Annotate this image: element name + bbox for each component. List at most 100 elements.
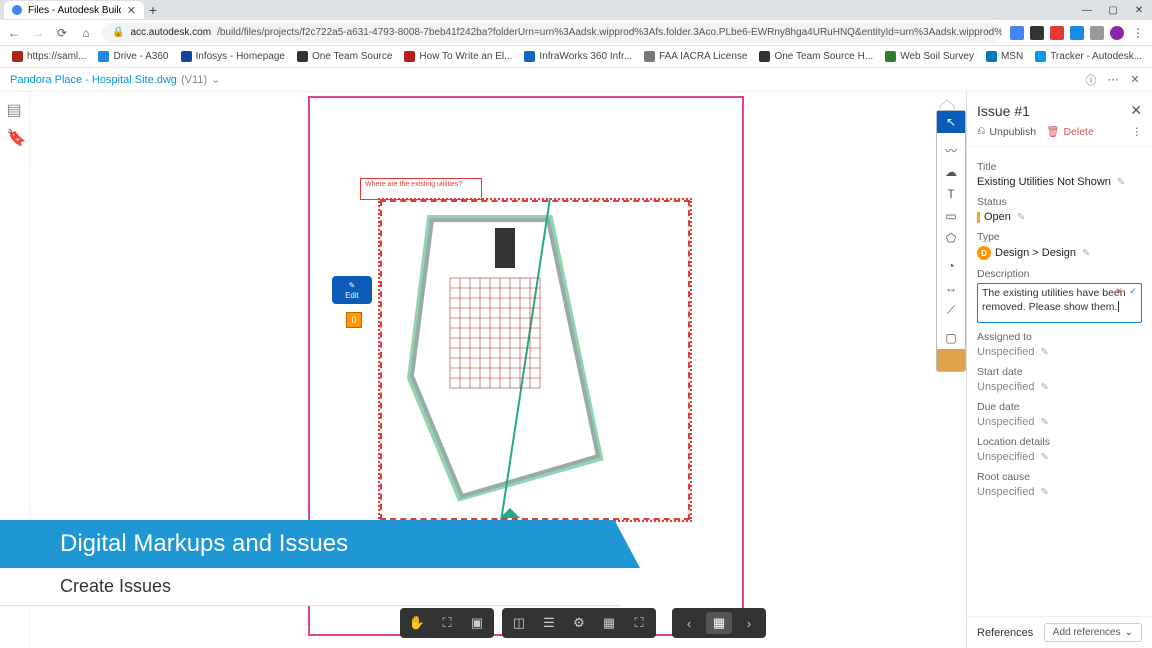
next-sheet-button[interactable]: › bbox=[736, 612, 762, 634]
bookmark-item[interactable]: How To Write an El... bbox=[400, 51, 516, 62]
text-tool[interactable]: T bbox=[937, 183, 965, 205]
confirm-edit-button[interactable]: ✓ bbox=[1127, 286, 1139, 298]
edit-icon[interactable]: ✎ bbox=[1082, 248, 1090, 259]
trash-icon: 🗑 bbox=[1046, 125, 1059, 138]
close-tab-icon[interactable]: ✕ bbox=[127, 4, 136, 17]
layers-button[interactable]: ☰ bbox=[536, 612, 562, 634]
assigned-value[interactable]: Unspecified✎ bbox=[977, 346, 1142, 358]
nav-reload-button[interactable]: ⟳ bbox=[54, 25, 70, 41]
bookmark-icon[interactable]: 🔖 bbox=[7, 128, 23, 144]
rectangle-tool[interactable]: ▭ bbox=[937, 205, 965, 227]
window-maximize-button[interactable]: ▢ bbox=[1100, 0, 1126, 20]
nav-forward-button[interactable]: → bbox=[30, 25, 46, 41]
freehand-tool[interactable]: 〰 bbox=[937, 139, 965, 161]
polyline-tool[interactable]: ⬠ bbox=[937, 227, 965, 249]
bookmark-item[interactable]: One Team Source H... bbox=[755, 51, 877, 62]
extension-icon[interactable] bbox=[1030, 26, 1044, 40]
issue-more-menu[interactable]: ⋮ bbox=[1132, 126, 1143, 138]
edit-icon[interactable]: ✎ bbox=[1040, 417, 1048, 428]
edit-icon[interactable]: ✎ bbox=[1040, 347, 1048, 358]
new-tab-button[interactable]: + bbox=[144, 1, 162, 19]
references-label: References bbox=[977, 627, 1033, 639]
bookmark-item[interactable]: MSN bbox=[982, 51, 1027, 62]
cancel-edit-button[interactable]: ✕ bbox=[1113, 286, 1125, 298]
due-date-label: Due date bbox=[977, 401, 1142, 413]
start-date-label: Start date bbox=[977, 366, 1142, 378]
issue-pin-tool[interactable]: ◔ bbox=[937, 255, 965, 277]
nav-back-button[interactable]: ← bbox=[6, 25, 22, 41]
url-input[interactable]: 🔒 acc.autodesk.com /build/files/projects… bbox=[102, 23, 1002, 43]
dimension-tool[interactable]: ⟋ bbox=[937, 299, 965, 321]
bookmark-item[interactable]: Web Soil Survey bbox=[881, 51, 978, 62]
autodesk-favicon bbox=[12, 5, 22, 15]
location-value[interactable]: Unspecified✎ bbox=[977, 451, 1142, 463]
zoom-fit-tool[interactable]: ▣ bbox=[464, 612, 490, 634]
issue-body[interactable]: Title Existing Utilities Not Shown✎ Stat… bbox=[967, 147, 1152, 616]
stroke-tool[interactable]: ▢ bbox=[937, 327, 965, 349]
bookmark-item[interactable]: InfraWorks 360 Infr... bbox=[520, 51, 636, 62]
settings-button[interactable]: ⚙ bbox=[566, 612, 592, 634]
grid-view-button[interactable]: ▦ bbox=[706, 612, 732, 634]
model-browser-button[interactable]: ◫ bbox=[506, 612, 532, 634]
bookmark-item[interactable]: Drive - A360 bbox=[94, 51, 172, 62]
unpublish-button[interactable]: ⎌ Unpublish bbox=[977, 125, 1036, 138]
pan-tool[interactable]: ✋ bbox=[404, 612, 430, 634]
new-indicator-icon[interactable] bbox=[1010, 26, 1024, 40]
browser-menu-button[interactable]: ⋮ bbox=[1130, 25, 1146, 41]
edit-markup-button[interactable]: ✎ Edit bbox=[332, 276, 372, 304]
start-date-value[interactable]: Unspecified✎ bbox=[977, 381, 1142, 393]
issue-title-header: Issue #1 bbox=[977, 103, 1124, 119]
add-references-button[interactable]: Add references ⌄ bbox=[1044, 623, 1142, 642]
close-viewer-button[interactable]: ✕ bbox=[1128, 73, 1142, 87]
markup-annotation[interactable]: Where are the existing utilities? bbox=[360, 178, 482, 200]
select-tool[interactable]: ↖ bbox=[937, 111, 965, 133]
window-minimize-button[interactable]: — bbox=[1074, 0, 1100, 20]
close-panel-button[interactable]: ✕ bbox=[1130, 102, 1142, 119]
zoom-window-tool[interactable]: ⛶ bbox=[434, 612, 460, 634]
breadcrumb-file[interactable]: Pandora Place - Hospital Site.dwg bbox=[10, 74, 177, 86]
info-icon[interactable]: ⓘ bbox=[1084, 73, 1098, 87]
sheets-icon[interactable]: ▤ bbox=[7, 100, 23, 116]
browser-tab[interactable]: Files - Autodesk Build ✕ bbox=[4, 1, 144, 19]
bookmark-item[interactable]: Tracker - Autodesk... bbox=[1031, 51, 1146, 62]
prev-sheet-button[interactable]: ‹ bbox=[676, 612, 702, 634]
edit-icon[interactable]: ✎ bbox=[1117, 177, 1125, 188]
root-cause-value[interactable]: Unspecified✎ bbox=[977, 486, 1142, 498]
nav-home-button[interactable]: ⌂ bbox=[78, 25, 94, 41]
title-value[interactable]: Existing Utilities Not Shown✎ bbox=[977, 176, 1142, 188]
edit-icon[interactable]: ✎ bbox=[1040, 382, 1048, 393]
more-icon[interactable]: ⋯ bbox=[1106, 73, 1120, 87]
view-toolbar-left: ✋ ⛶ ▣ bbox=[400, 608, 494, 638]
edit-icon[interactable]: ✎ bbox=[1017, 212, 1025, 223]
view-toolbar-right: ‹ ▦ › bbox=[672, 608, 766, 638]
window-close-button[interactable]: ✕ bbox=[1126, 0, 1152, 20]
profile-avatar[interactable] bbox=[1110, 26, 1124, 40]
extension-icon[interactable] bbox=[1070, 26, 1084, 40]
extension-icon[interactable] bbox=[1090, 26, 1104, 40]
cloud-tool[interactable]: ☁ bbox=[937, 161, 965, 183]
title-label: Title bbox=[977, 161, 1142, 173]
description-textarea[interactable]: The existing utilities have been removed… bbox=[977, 283, 1142, 323]
edit-icon[interactable]: ✎ bbox=[1040, 452, 1048, 463]
properties-button[interactable]: ▦ bbox=[596, 612, 622, 634]
delete-button[interactable]: 🗑 Delete bbox=[1046, 125, 1094, 138]
fullscreen-button[interactable]: ⛶ bbox=[626, 612, 652, 634]
edit-icon[interactable]: ✎ bbox=[1040, 487, 1048, 498]
status-value[interactable]: Open✎ bbox=[977, 211, 1142, 223]
description-label: Description bbox=[977, 268, 1142, 280]
view-toolbar-center: ◫ ☰ ⚙ ▦ ⛶ bbox=[502, 608, 656, 638]
bookmark-item[interactable]: https://saml... bbox=[8, 51, 90, 62]
file-version: (V11) bbox=[181, 74, 207, 86]
extension-icon[interactable] bbox=[1050, 26, 1064, 40]
issue-pin-marker[interactable]: 0 bbox=[346, 312, 362, 328]
measure-tool[interactable]: ↔ bbox=[937, 277, 965, 299]
bookmark-item[interactable]: Infosys - Homepage bbox=[177, 51, 290, 62]
due-date-value[interactable]: Unspecified✎ bbox=[977, 416, 1142, 428]
status-label: Status bbox=[977, 196, 1142, 208]
type-value[interactable]: D Design > Design✎ bbox=[977, 246, 1142, 260]
type-badge: D bbox=[977, 246, 991, 260]
color-swatch[interactable] bbox=[937, 349, 965, 371]
bookmark-item[interactable]: One Team Source bbox=[293, 51, 396, 62]
bookmark-item[interactable]: FAA IACRA License bbox=[640, 51, 751, 62]
version-dropdown-icon[interactable]: ⌄ bbox=[211, 73, 220, 86]
